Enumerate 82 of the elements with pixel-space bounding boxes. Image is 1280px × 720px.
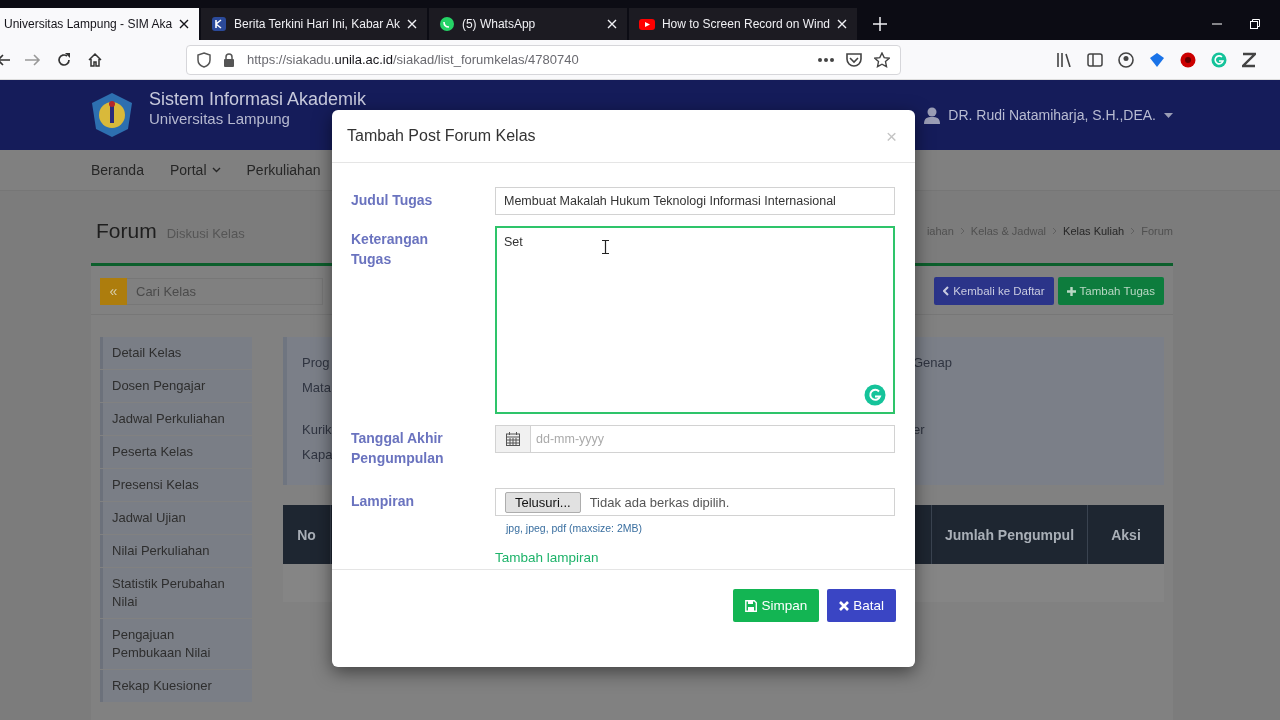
grammar-check-icon[interactable] [1211,51,1227,68]
text-cursor-icon [602,240,609,254]
forward-icon[interactable] [25,52,41,67]
save-button[interactable]: Simpan [733,589,820,622]
modal-title: Tambah Post Forum Kelas [347,127,536,145]
browser-tab[interactable]: Universitas Lampung - SIM Aka [0,8,202,40]
browser-tab[interactable]: How to Screen Record on Wind [628,8,859,40]
cancel-button[interactable]: Batal [827,589,896,622]
new-tab-icon[interactable] [873,17,887,31]
file-field[interactable]: Telusuri... Tidak ada berkas dipilih. [495,488,895,516]
record-icon[interactable] [1180,51,1196,68]
home-icon[interactable] [87,51,103,68]
browser-tab[interactable]: (5) WhatsApp [428,8,629,40]
more-icon[interactable] [818,57,834,62]
sidebar-item[interactable]: Statistik Perubahan Nilai [100,568,252,618]
description-field[interactable]: Set [495,226,895,414]
column-header: Aksi [1110,525,1142,545]
extension-icon[interactable] [1149,51,1165,68]
info-label: Mata [302,379,331,397]
info-label: Prog [302,354,330,372]
grammar-check-icon[interactable] [864,384,886,406]
url-text: https://siakadu.unila.ac.id/siakad/list_forumkelas/4780740 [247,52,580,67]
sidebar-item[interactable]: Peserta Kelas [100,436,252,468]
pocket-icon[interactable] [846,52,862,67]
star-icon[interactable] [874,51,890,68]
caret-icon [1164,112,1173,118]
lock-icon [223,52,235,67]
separator-icon [959,227,965,235]
info-label: Kurik [302,421,332,439]
page-title: Forum [96,219,157,243]
nav-item[interactable]: Perkuliahan [246,162,321,178]
sidebar-icon[interactable] [1087,52,1103,67]
sidebar-item[interactable]: Pengajuan Pembukaan Nilai [100,619,252,669]
sidebar-item[interactable]: Rekap Kuesioner [100,670,252,702]
chevron-left-icon [943,286,950,296]
file-status-text: Tidak ada berkas dipilih. [589,494,730,510]
field-label: Judul Tugas [351,191,434,210]
tab-favicon-icon [211,16,228,32]
field-label: Lampiran [351,492,415,511]
collapse-button[interactable]: « [100,277,127,305]
file-hint-text: jpg, jpeg, pdf (maxsize: 2MB) [504,521,643,534]
title-field[interactable]: Membuat Makalah Hukum Teknologi Informasi Internasional [495,187,895,215]
sidebar-item[interactable]: Jadwal Ujian [100,502,252,534]
library-icon[interactable] [1056,52,1072,67]
reload-icon[interactable] [56,51,72,68]
browse-button[interactable]: Telusuri... [505,491,581,513]
restore-icon[interactable] [1250,19,1260,29]
account-icon[interactable] [1118,51,1134,68]
nav-item[interactable]: Beranda [91,162,144,178]
back-icon[interactable] [0,52,10,67]
user-menu[interactable]: DR. Rudi Natamiharja, S.H.,DEA. [924,106,1173,124]
field-label: Tanggal Akhir Pengumpulan [351,429,445,468]
breadcrumb-item[interactable]: Kelas Kuliah [1063,225,1125,237]
add-attachment-link[interactable]: Tambah lampiran [495,550,599,565]
sidebar-item[interactable]: Dosen Pengajar [100,370,252,402]
site-subtitle: Universitas Lampung [149,110,291,127]
user-icon [924,106,941,124]
sidebar-item[interactable]: Presensi Kelas [100,469,252,501]
tab-favicon-icon [638,16,655,32]
sidebar-item[interactable]: Detail Kelas [100,337,252,369]
calendar-icon [506,432,520,446]
back-button[interactable]: Kembali ke Daftar [934,277,1054,305]
browser-tab[interactable]: Berita Terkini Hari Ini, Kabar Ak [201,8,429,40]
tab-favicon-icon [438,16,455,32]
plus-icon [1066,286,1076,296]
shield-icon [197,51,211,68]
z-logo-icon[interactable] [1242,51,1256,68]
info-label: Kapa [302,446,333,464]
sidebar-item[interactable]: Nilai Perkuliahan [100,535,252,567]
separator-icon [1052,227,1058,235]
address-bar[interactable]: https://siakadu.unila.ac.id/siakad/list_forumkelas/4780740 [186,44,901,75]
date-field[interactable]: dd-mm-yyyy [531,425,895,453]
user-name: DR. Rudi Natamiharja, S.H.,DEA. [948,107,1156,123]
add-button[interactable]: Tambah Tugas [1057,277,1164,305]
nav-item[interactable]: Portal [169,162,207,178]
close-icon[interactable] [179,19,190,29]
close-icon [839,600,850,611]
field-label: Keterangan Tugas [351,230,430,269]
info-value: Genap [913,354,953,372]
sidebar-item[interactable]: Jadwal Perkuliahan [100,403,252,435]
separator-icon [1130,227,1136,235]
site-title: Sistem Informasi Akademik [149,89,367,110]
